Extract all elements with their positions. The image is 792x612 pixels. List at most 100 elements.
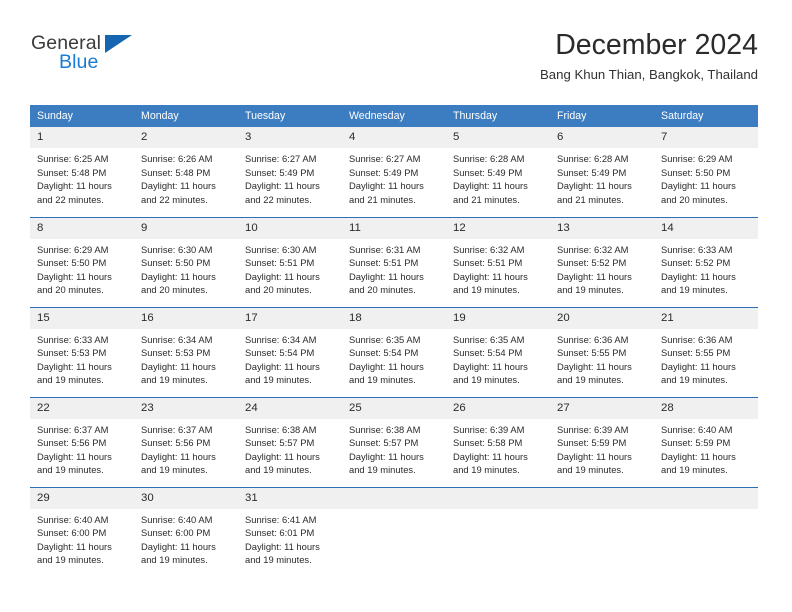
calendar-day-cell[interactable]: 4 Sunrise: 6:27 AM Sunset: 5:49 PM Dayli…: [342, 127, 446, 217]
sunrise-text: Sunrise: 6:29 AM: [661, 153, 733, 164]
calendar-day-cell[interactable]: 17 Sunrise: 6:34 AM Sunset: 5:54 PM Dayl…: [238, 306, 342, 397]
sunset-text: Sunset: 5:52 PM: [661, 257, 731, 269]
calendar-day-cell[interactable]: 12 Sunrise: 6:32 AM Sunset: 5:51 PM Dayl…: [446, 216, 550, 307]
general-blue-logo[interactable]: General Blue: [30, 32, 230, 88]
day-number: 5: [446, 127, 550, 148]
calendar-day-cell[interactable]: 9 Sunrise: 6:30 AM Sunset: 5:50 PM Dayli…: [134, 216, 238, 307]
daylight-text-line1: Daylight: 11 hours: [661, 270, 736, 282]
page-title: December 2024: [555, 29, 758, 61]
calendar-day-cell[interactable]: 27 Sunrise: 6:39 AM Sunset: 5:59 PM Dayl…: [550, 396, 654, 487]
calendar-day-cell[interactable]: 13 Sunrise: 6:32 AM Sunset: 5:52 PM Dayl…: [550, 216, 654, 307]
daylight-text-line1: Daylight: 11 hours: [349, 450, 424, 462]
day-number: 29: [30, 487, 134, 509]
location-subtitle: Bang Khun Thian, Bangkok, Thailand: [540, 67, 758, 82]
calendar-day-cell[interactable]: 10 Sunrise: 6:30 AM Sunset: 5:51 PM Dayl…: [238, 216, 342, 307]
sunset-text: Sunset: 6:01 PM: [245, 527, 315, 539]
day-details: Sunrise: 6:37 AM Sunset: 5:56 PM Dayligh…: [134, 419, 238, 477]
sunrise-sunset-calendar-table: Sunday Monday Tuesday Wednesday Thursday…: [30, 105, 758, 577]
calendar-day-cell[interactable]: 14 Sunrise: 6:33 AM Sunset: 5:52 PM Dayl…: [654, 216, 758, 307]
daylight-text-line1: Daylight: 11 hours: [245, 450, 320, 462]
calendar-day-cell[interactable]: 16 Sunrise: 6:34 AM Sunset: 5:53 PM Dayl…: [134, 306, 238, 397]
calendar-day-cell[interactable]: 23 Sunrise: 6:37 AM Sunset: 5:56 PM Dayl…: [134, 396, 238, 487]
sunset-text: Sunset: 6:00 PM: [37, 527, 107, 539]
sunrise-text: Sunrise: 6:39 AM: [453, 423, 525, 435]
day-details: Sunrise: 6:35 AM Sunset: 5:54 PM Dayligh…: [342, 329, 446, 387]
day-details: Sunrise: 6:30 AM Sunset: 5:51 PM Dayligh…: [238, 239, 342, 297]
calendar-day-cell[interactable]: 7 Sunrise: 6:29 AM Sunset: 5:50 PM Dayli…: [654, 127, 758, 217]
sunrise-text: Sunrise: 6:40 AM: [661, 423, 733, 435]
sunset-text: Sunset: 5:54 PM: [245, 347, 315, 359]
daylight-text-line2: and 21 minutes.: [453, 193, 520, 205]
calendar-day-cell[interactable]: 15 Sunrise: 6:33 AM Sunset: 5:53 PM Dayl…: [30, 306, 134, 397]
sunset-text: Sunset: 5:54 PM: [453, 347, 523, 359]
daylight-text-line2: and 19 minutes.: [349, 374, 416, 386]
sunset-text: Sunset: 5:49 PM: [245, 166, 315, 178]
sunset-text: Sunset: 5:53 PM: [141, 347, 211, 359]
daylight-text-line1: Daylight: 11 hours: [557, 450, 632, 462]
calendar-day-cell[interactable]: 2 Sunrise: 6:26 AM Sunset: 5:48 PM Dayli…: [134, 127, 238, 217]
calendar-day-cell[interactable]: 21 Sunrise: 6:36 AM Sunset: 5:55 PM Dayl…: [654, 306, 758, 397]
sunset-text: Sunset: 6:00 PM: [141, 527, 211, 539]
calendar-day-cell[interactable]: 3 Sunrise: 6:27 AM Sunset: 5:49 PM Dayli…: [238, 127, 342, 217]
calendar-day-cell[interactable]: 6 Sunrise: 6:28 AM Sunset: 5:49 PM Dayli…: [550, 127, 654, 217]
calendar-day-cell[interactable]: 22 Sunrise: 6:37 AM Sunset: 5:56 PM Dayl…: [30, 396, 134, 487]
calendar-day-cell[interactable]: 18 Sunrise: 6:35 AM Sunset: 5:54 PM Dayl…: [342, 306, 446, 397]
daylight-text-line2: and 20 minutes.: [245, 284, 312, 296]
daylight-text-line2: and 19 minutes.: [661, 374, 728, 386]
calendar-day-cell[interactable]: 8 Sunrise: 6:29 AM Sunset: 5:50 PM Dayli…: [30, 216, 134, 307]
day-details: Sunrise: 6:28 AM Sunset: 5:49 PM Dayligh…: [446, 148, 550, 206]
sunset-text: Sunset: 5:57 PM: [245, 437, 315, 449]
sunset-text: Sunset: 5:50 PM: [37, 257, 107, 269]
day-details: Sunrise: 6:38 AM Sunset: 5:57 PM Dayligh…: [238, 419, 342, 477]
day-details: Sunrise: 6:27 AM Sunset: 5:49 PM Dayligh…: [342, 148, 446, 206]
calendar-day-cell[interactable]: 1 Sunrise: 6:25 AM Sunset: 5:48 PM Dayli…: [30, 127, 134, 217]
calendar-day-cell[interactable]: 20 Sunrise: 6:36 AM Sunset: 5:55 PM Dayl…: [550, 306, 654, 397]
calendar-day-cell[interactable]: 28 Sunrise: 6:40 AM Sunset: 5:59 PM Dayl…: [654, 396, 758, 487]
sunrise-text: Sunrise: 6:40 AM: [141, 513, 213, 525]
daylight-text-line2: and 19 minutes.: [661, 284, 728, 296]
calendar-day-cell[interactable]: 19 Sunrise: 6:35 AM Sunset: 5:54 PM Dayl…: [446, 306, 550, 397]
sunrise-text: Sunrise: 6:39 AM: [557, 423, 629, 435]
calendar-day-cell[interactable]: 29 Sunrise: 6:40 AM Sunset: 6:00 PM Dayl…: [30, 486, 134, 577]
day-number: 16: [134, 307, 238, 329]
daylight-text-line1: Daylight: 11 hours: [661, 450, 736, 462]
calendar-day-cell[interactable]: 31 Sunrise: 6:41 AM Sunset: 6:01 PM Dayl…: [238, 486, 342, 577]
day-number: 8: [30, 217, 134, 239]
daylight-text-line2: and 19 minutes.: [453, 374, 520, 386]
sunset-text: Sunset: 5:49 PM: [557, 166, 627, 178]
calendar-day-cell-empty: [342, 486, 446, 577]
calendar-day-cell[interactable]: 5 Sunrise: 6:28 AM Sunset: 5:49 PM Dayli…: [446, 127, 550, 217]
sunrise-text: Sunrise: 6:33 AM: [37, 333, 109, 345]
daylight-text-line1: Daylight: 11 hours: [349, 360, 424, 372]
daylight-text-line2: and 19 minutes.: [453, 284, 520, 296]
weekday-header-tuesday: Tuesday: [238, 105, 342, 127]
daylight-text-line1: Daylight: 11 hours: [141, 540, 216, 552]
day-number: 1: [30, 127, 134, 148]
day-number: 13: [550, 217, 654, 239]
day-number: [446, 487, 550, 509]
day-details: Sunrise: 6:34 AM Sunset: 5:54 PM Dayligh…: [238, 329, 342, 387]
day-number: 20: [550, 307, 654, 329]
calendar-day-cell[interactable]: 30 Sunrise: 6:40 AM Sunset: 6:00 PM Dayl…: [134, 486, 238, 577]
calendar-week-row: 22 Sunrise: 6:37 AM Sunset: 5:56 PM Dayl…: [30, 396, 758, 487]
day-number: 2: [134, 127, 238, 148]
day-details: Sunrise: 6:29 AM Sunset: 5:50 PM Dayligh…: [30, 239, 134, 297]
weekday-header-thursday: Thursday: [446, 105, 550, 127]
day-details: Sunrise: 6:25 AM Sunset: 5:48 PM Dayligh…: [30, 148, 134, 206]
weekday-header-monday: Monday: [134, 105, 238, 127]
calendar-day-cell[interactable]: 25 Sunrise: 6:38 AM Sunset: 5:57 PM Dayl…: [342, 396, 446, 487]
day-number: 3: [238, 127, 342, 148]
sunset-text: Sunset: 5:50 PM: [141, 257, 211, 269]
calendar-day-cell[interactable]: 26 Sunrise: 6:39 AM Sunset: 5:58 PM Dayl…: [446, 396, 550, 487]
sunrise-text: Sunrise: 6:30 AM: [141, 243, 213, 255]
sunset-text: Sunset: 5:56 PM: [37, 437, 107, 449]
calendar-day-cell[interactable]: 24 Sunrise: 6:38 AM Sunset: 5:57 PM Dayl…: [238, 396, 342, 487]
sunrise-text: Sunrise: 6:37 AM: [141, 423, 213, 435]
calendar-day-cell[interactable]: 11 Sunrise: 6:31 AM Sunset: 5:51 PM Dayl…: [342, 216, 446, 307]
logo-triangle-icon: [105, 35, 132, 53]
sunset-text: Sunset: 5:51 PM: [245, 257, 315, 269]
day-details: Sunrise: 6:36 AM Sunset: 5:55 PM Dayligh…: [550, 329, 654, 387]
sunset-text: Sunset: 5:59 PM: [557, 437, 627, 449]
calendar-page: General Blue December 2024 Bang Khun Thi…: [0, 0, 792, 612]
sunrise-text: Sunrise: 6:40 AM: [37, 513, 109, 525]
